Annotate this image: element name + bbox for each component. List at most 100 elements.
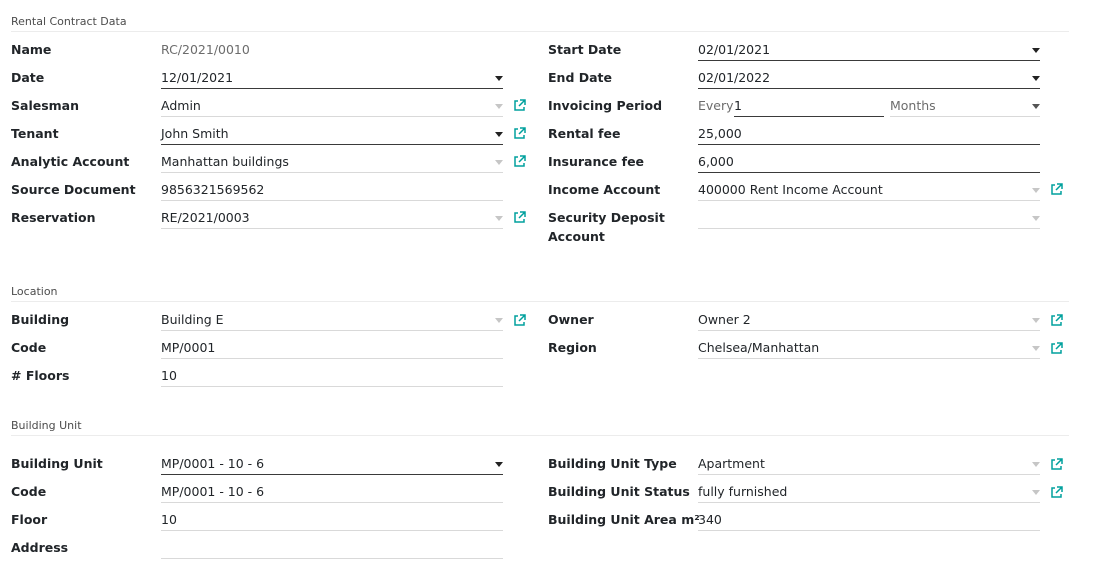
income-account-label: Income Account xyxy=(548,182,661,197)
section-title-rental: Rental Contract Data xyxy=(11,15,127,28)
invoicing-period-label: Invoicing Period xyxy=(548,98,663,113)
chevron-down-icon[interactable] xyxy=(1032,462,1040,467)
chevron-down-icon[interactable] xyxy=(495,160,503,165)
chevron-down-icon[interactable] xyxy=(1032,346,1040,351)
floor-label: Floor xyxy=(11,512,48,527)
external-link-icon[interactable] xyxy=(1050,458,1063,471)
end-date-field[interactable]: 02/01/2022 xyxy=(698,68,1040,89)
chevron-down-icon[interactable] xyxy=(1032,216,1040,221)
salesman-label: Salesman xyxy=(11,98,79,113)
salesman-value: Admin xyxy=(161,98,201,113)
external-link-icon[interactable] xyxy=(1050,183,1063,196)
unit-type-label: Building Unit Type xyxy=(548,456,677,471)
location-code-field[interactable]: MP/0001 xyxy=(161,338,503,359)
rental-fee-label: Rental fee xyxy=(548,126,621,141)
name-field: RC/2021/0010 xyxy=(161,40,503,61)
name-value: RC/2021/0010 xyxy=(161,42,250,57)
external-link-icon[interactable] xyxy=(1050,486,1063,499)
building-unit-label: Building Unit xyxy=(11,456,103,471)
source-document-field[interactable]: 9856321569562 xyxy=(161,180,503,201)
owner-field[interactable]: Owner 2 xyxy=(698,310,1040,331)
salesman-field[interactable]: Admin xyxy=(161,96,503,117)
external-link-icon[interactable] xyxy=(513,314,526,327)
tenant-label: Tenant xyxy=(11,126,59,141)
date-field[interactable]: 12/01/2021 xyxy=(161,68,503,89)
analytic-account-field[interactable]: Manhattan buildings xyxy=(161,152,503,173)
security-deposit-label-line2: Account xyxy=(548,229,605,244)
unit-area-value: 340 xyxy=(698,512,722,527)
reservation-field[interactable]: RE/2021/0003 xyxy=(161,208,503,229)
analytic-account-label: Analytic Account xyxy=(11,154,130,169)
income-account-field[interactable]: 400000 Rent Income Account xyxy=(698,180,1040,201)
chevron-down-icon[interactable] xyxy=(1032,48,1040,53)
rental-fee-value: 25,000 xyxy=(698,126,742,141)
region-field[interactable]: Chelsea/Manhattan xyxy=(698,338,1040,359)
chevron-down-icon[interactable] xyxy=(1032,104,1040,109)
start-date-label: Start Date xyxy=(548,42,622,57)
start-date-value: 02/01/2021 xyxy=(698,42,771,57)
address-field[interactable] xyxy=(161,538,503,559)
building-unit-value: MP/0001 - 10 - 6 xyxy=(161,456,265,471)
date-value: 12/01/2021 xyxy=(161,70,234,85)
chevron-down-icon[interactable] xyxy=(495,76,503,81)
end-date-value: 02/01/2022 xyxy=(698,70,771,85)
location-code-value: MP/0001 xyxy=(161,340,216,355)
unit-status-value: fully furnished xyxy=(698,484,788,499)
source-document-label: Source Document xyxy=(11,182,136,197)
floors-field[interactable]: 10 xyxy=(161,366,503,387)
section-divider xyxy=(11,31,1069,32)
security-deposit-account-field[interactable] xyxy=(698,208,1040,229)
chevron-down-icon[interactable] xyxy=(1032,318,1040,323)
unit-type-field[interactable]: Apartment xyxy=(698,454,1040,475)
floor-value: 10 xyxy=(161,512,177,527)
tenant-field[interactable]: John Smith xyxy=(161,124,503,145)
chevron-down-icon[interactable] xyxy=(1032,76,1040,81)
source-document-value: 9856321569562 xyxy=(161,182,265,197)
reservation-label: Reservation xyxy=(11,210,96,225)
floors-label: # Floors xyxy=(11,368,70,383)
external-link-icon[interactable] xyxy=(513,99,526,112)
unit-area-label: Building Unit Area m² xyxy=(548,512,700,527)
chevron-down-icon[interactable] xyxy=(495,462,503,467)
security-deposit-label-line1: Security Deposit xyxy=(548,210,665,225)
floor-field[interactable]: 10 xyxy=(161,510,503,531)
start-date-field[interactable]: 02/01/2021 xyxy=(698,40,1040,61)
rental-fee-input[interactable]: 25,000 xyxy=(698,124,1040,145)
invoicing-unit-select[interactable]: Months xyxy=(890,96,1040,117)
unit-status-label: Building Unit Status xyxy=(548,484,690,499)
unit-area-field[interactable]: 340 xyxy=(698,510,1040,531)
region-label: Region xyxy=(548,340,597,355)
invoicing-every-text: Every xyxy=(698,98,734,113)
section-divider xyxy=(11,435,1069,436)
external-link-icon[interactable] xyxy=(1050,314,1063,327)
external-link-icon[interactable] xyxy=(1050,342,1063,355)
unit-code-value: MP/0001 - 10 - 6 xyxy=(161,484,265,499)
external-link-icon[interactable] xyxy=(513,127,526,140)
insurance-fee-label: Insurance fee xyxy=(548,154,645,169)
chevron-down-icon[interactable] xyxy=(495,216,503,221)
building-field[interactable]: Building E xyxy=(161,310,503,331)
unit-code-label: Code xyxy=(11,484,47,499)
invoicing-count-value: 1 xyxy=(734,98,742,113)
chevron-down-icon[interactable] xyxy=(1032,188,1040,193)
reservation-value: RE/2021/0003 xyxy=(161,210,250,225)
external-link-icon[interactable] xyxy=(513,211,526,224)
unit-type-value: Apartment xyxy=(698,456,765,471)
chevron-down-icon[interactable] xyxy=(495,132,503,137)
unit-status-field[interactable]: fully furnished xyxy=(698,482,1040,503)
section-title-location: Location xyxy=(11,285,58,298)
insurance-fee-input[interactable]: 6,000 xyxy=(698,152,1040,173)
owner-label: Owner xyxy=(548,312,594,327)
chevron-down-icon[interactable] xyxy=(495,104,503,109)
invoicing-count-input[interactable]: 1 xyxy=(734,96,884,117)
tenant-value: John Smith xyxy=(161,126,229,141)
invoicing-unit-value: Months xyxy=(890,98,936,113)
chevron-down-icon[interactable] xyxy=(1032,490,1040,495)
building-value: Building E xyxy=(161,312,224,327)
unit-code-field[interactable]: MP/0001 - 10 - 6 xyxy=(161,482,503,503)
chevron-down-icon[interactable] xyxy=(495,318,503,323)
analytic-account-value: Manhattan buildings xyxy=(161,154,289,169)
external-link-icon[interactable] xyxy=(513,155,526,168)
owner-value: Owner 2 xyxy=(698,312,751,327)
building-unit-field[interactable]: MP/0001 - 10 - 6 xyxy=(161,454,503,475)
